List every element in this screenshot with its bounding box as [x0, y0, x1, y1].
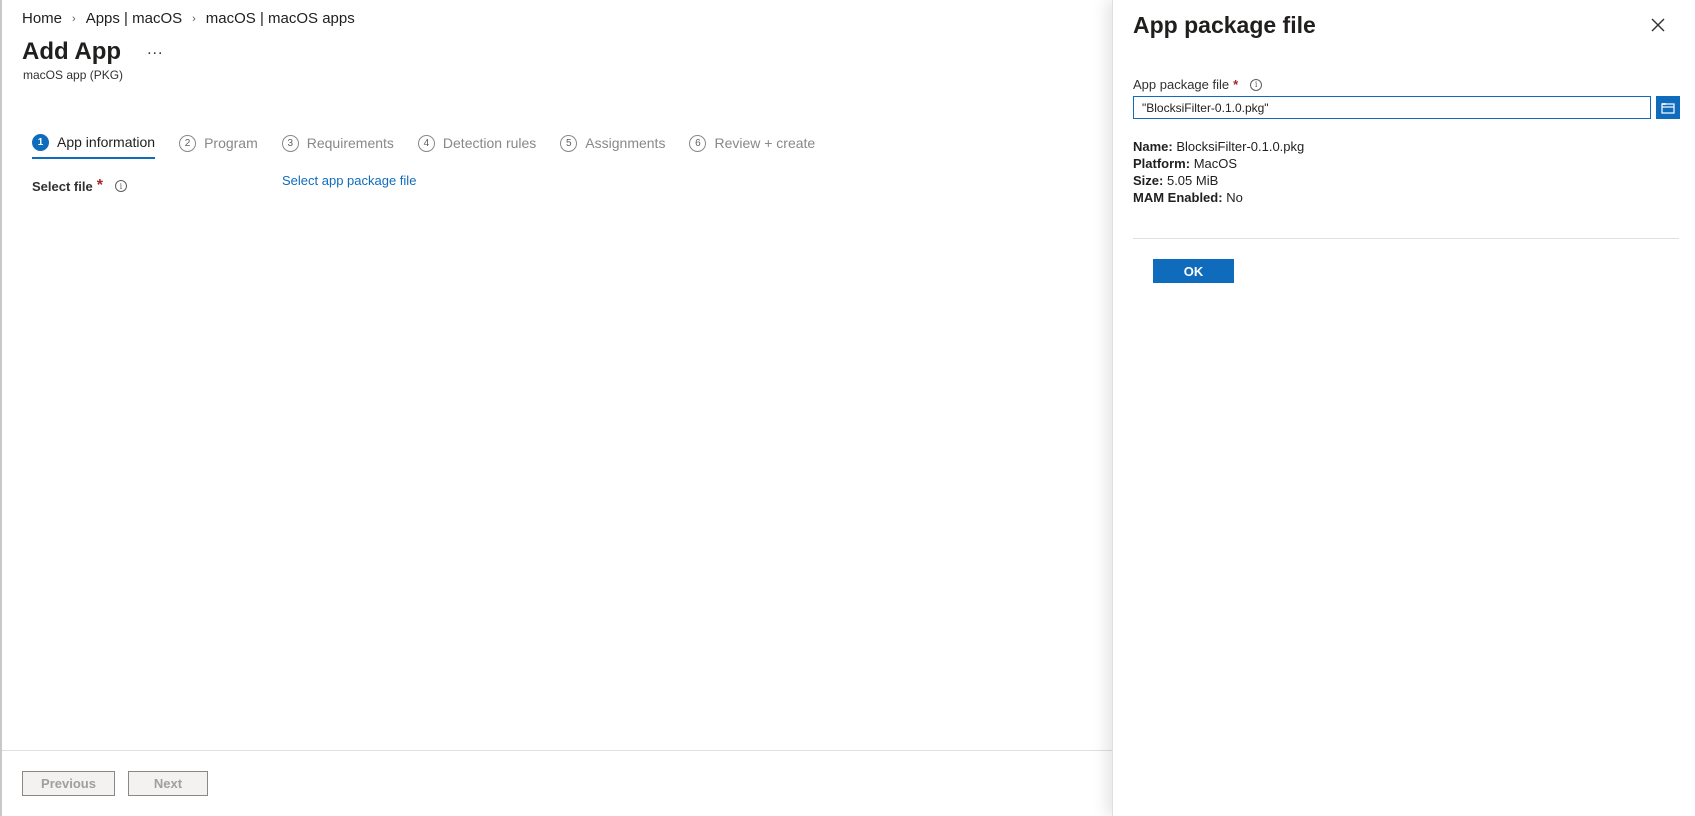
package-details: Name: BlocksiFilter-0.1.0.pkg Platform: …: [1133, 138, 1304, 206]
breadcrumb-home[interactable]: Home: [22, 10, 62, 27]
select-app-package-file-link[interactable]: Select app package file: [282, 173, 416, 188]
package-file-input[interactable]: [1133, 96, 1651, 119]
step-number: 4: [417, 134, 435, 152]
divider: [1133, 238, 1679, 239]
step-label: Assignments: [585, 135, 666, 151]
tab-detection-rules[interactable]: 4 Detection rules: [417, 130, 537, 156]
detail-name: Name: BlocksiFilter-0.1.0.pkg: [1133, 139, 1305, 154]
step-number: 5: [560, 134, 578, 152]
step-label: App information: [57, 134, 156, 150]
tab-review-create[interactable]: 6 Review + create: [689, 130, 815, 156]
folder-icon[interactable]: [1656, 96, 1680, 119]
select-file-row: Select file * i: [32, 177, 127, 195]
title-row: Add App ...: [22, 38, 163, 66]
more-icon[interactable]: ...: [147, 41, 163, 59]
package-file-label-row: App package file * i: [1133, 77, 1263, 92]
chevron-right-icon: ›: [192, 12, 196, 25]
breadcrumb-macos-apps[interactable]: macOS | macOS apps: [206, 10, 355, 27]
package-file-label: App package file: [1133, 77, 1230, 92]
info-icon[interactable]: i: [1250, 78, 1263, 91]
tab-app-information[interactable]: 1 App information: [32, 130, 156, 159]
wizard-steps: 1 App information 2 Program 3 Requiremen…: [32, 130, 839, 159]
step-label: Review + create: [714, 135, 816, 151]
detail-size: Size: 5.05 MiB: [1133, 173, 1219, 188]
tab-requirements[interactable]: 3 Requirements: [281, 130, 394, 156]
detail-mam-enabled: MAM Enabled: No: [1133, 190, 1243, 205]
info-icon[interactable]: i: [114, 180, 127, 192]
tab-program[interactable]: 2 Program: [179, 130, 258, 156]
next-button[interactable]: Next: [128, 771, 208, 796]
main-content: Home › Apps | macOS › macOS | macOS apps…: [0, 0, 1114, 816]
step-number: 3: [281, 134, 299, 152]
required-marker: *: [96, 177, 103, 194]
step-label: Detection rules: [442, 135, 537, 151]
ok-button[interactable]: OK: [1153, 259, 1234, 283]
step-number: 2: [179, 134, 197, 152]
page-title: Add App: [22, 38, 122, 65]
previous-button[interactable]: Previous: [22, 771, 115, 796]
step-number: 1: [32, 133, 49, 151]
tab-assignments[interactable]: 5 Assignments: [560, 130, 665, 156]
step-number: 6: [689, 134, 707, 152]
breadcrumb: Home › Apps | macOS › macOS | macOS apps: [22, 10, 355, 27]
required-marker: *: [1233, 77, 1239, 92]
breadcrumb-apps-macos[interactable]: Apps | macOS: [86, 10, 182, 27]
app-package-file-panel: App package file App package file * i Na…: [1112, 0, 1695, 816]
close-icon[interactable]: [1649, 16, 1667, 34]
chevron-right-icon: ›: [72, 12, 76, 25]
page-subtitle: macOS app (PKG): [23, 68, 124, 82]
step-label: Requirements: [306, 135, 394, 151]
detail-platform: Platform: MacOS: [1133, 156, 1238, 171]
step-label: Program: [204, 135, 258, 151]
select-file-label: Select file: [32, 178, 93, 194]
panel-title: App package file: [1133, 12, 1316, 38]
wizard-footer: Previous Next: [2, 750, 1114, 816]
